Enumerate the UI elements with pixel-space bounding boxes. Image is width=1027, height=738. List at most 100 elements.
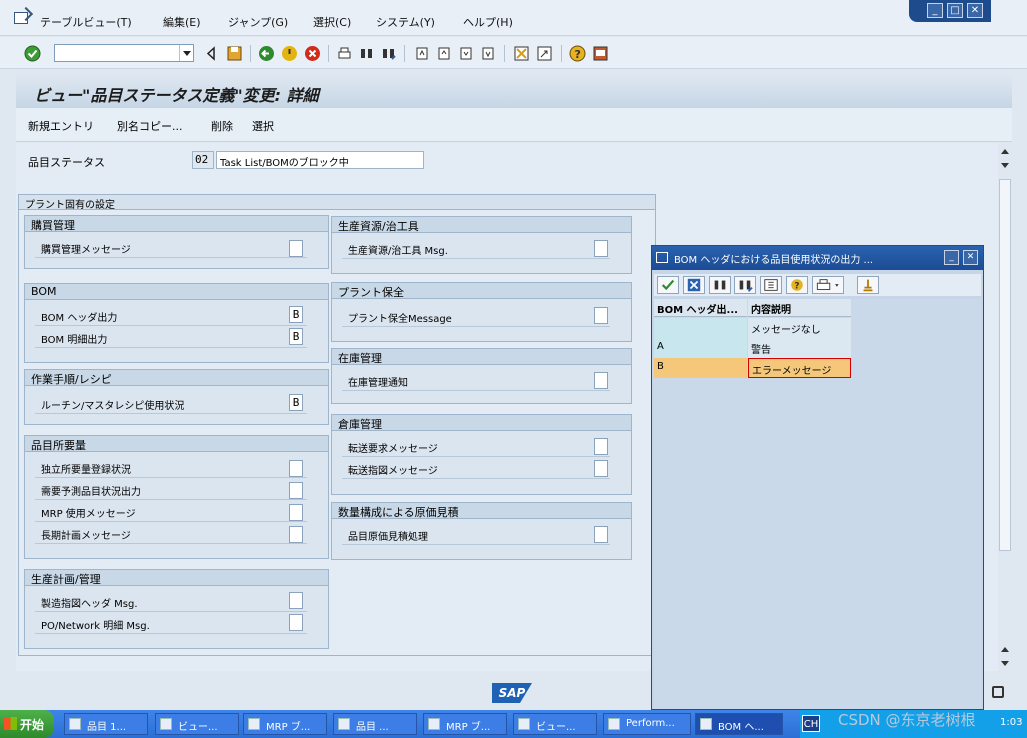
prev-page-icon[interactable] — [436, 45, 453, 62]
column-header-bom-header[interactable]: BOM ヘッダ出... — [654, 299, 747, 317]
scrollbar-thumb[interactable] — [999, 179, 1011, 551]
layout-icon[interactable] — [592, 45, 609, 62]
print-icon[interactable] — [336, 45, 353, 62]
help-icon[interactable]: ? — [786, 276, 808, 294]
scroll-up-icon[interactable] — [1001, 647, 1009, 652]
back-icon[interactable] — [258, 45, 275, 62]
start-button[interactable]: 开始 — [0, 710, 54, 738]
taskbar-item[interactable]: ビュー... — [155, 713, 239, 735]
scroll-up-icon[interactable] — [1001, 149, 1009, 154]
command-field[interactable] — [54, 44, 194, 62]
sort-icon[interactable] — [760, 276, 782, 294]
bom-item-output-field[interactable]: B — [289, 328, 303, 345]
minimize-button[interactable]: _ — [927, 3, 943, 18]
taskbar-item[interactable]: 品目 1... — [64, 713, 148, 735]
find-next-icon[interactable] — [734, 276, 756, 294]
language-indicator[interactable]: CH — [802, 715, 820, 732]
group-inventory: 在庫管理 在庫管理通知 — [331, 348, 632, 404]
command-dropdown-icon[interactable] — [179, 45, 193, 61]
menu-selection[interactable]: 選択(C) — [313, 14, 351, 30]
application-toolbar: 新規エントリ 別名コピー... 削除 選択 — [16, 108, 1012, 142]
settings-icon[interactable] — [857, 276, 879, 294]
column-header-description[interactable]: 内容説明 — [748, 299, 851, 317]
transfer-requirement-field[interactable] — [594, 438, 608, 455]
field-row: 生産資源/治工具 Msg. — [342, 239, 610, 259]
delete-button[interactable]: 削除 — [211, 118, 233, 134]
confirm-icon[interactable] — [657, 276, 679, 294]
menu-system[interactable]: システム(Y) — [376, 14, 435, 30]
costing-processing-field[interactable] — [594, 526, 608, 543]
transfer-order-field[interactable] — [594, 460, 608, 477]
production-order-header-field[interactable] — [289, 592, 303, 609]
collapse-icon[interactable] — [203, 45, 220, 62]
po-network-item-field[interactable] — [289, 614, 303, 631]
find-icon[interactable] — [709, 276, 731, 294]
table-row-key[interactable] — [654, 318, 747, 338]
prt-message-field[interactable] — [594, 240, 608, 257]
print-icon[interactable] — [812, 276, 844, 294]
dialog-minimize-button[interactable]: _ — [944, 250, 959, 265]
scroll-down-icon[interactable] — [1001, 163, 1009, 168]
menu-help[interactable]: ヘルプ(H) — [463, 14, 513, 30]
taskbar-item[interactable]: MRP ブ... — [423, 713, 507, 735]
last-page-icon[interactable] — [480, 45, 497, 62]
taskbar-item-label: ビュー... — [536, 722, 576, 733]
scroll-down-icon[interactable] — [1001, 661, 1009, 666]
menu-table-view[interactable]: テーブルビュー(T) — [40, 14, 132, 30]
forecast-status-field[interactable] — [289, 482, 303, 499]
group-title: 作業手順/レシピ — [25, 370, 328, 386]
field-label: プラント保全Message — [348, 314, 452, 325]
table-row-text-selected[interactable]: エラーメッセージ — [748, 358, 851, 378]
next-page-icon[interactable] — [458, 45, 475, 62]
new-entries-button[interactable]: 新規エントリ — [28, 118, 94, 134]
enter-icon[interactable] — [24, 45, 41, 62]
cancel-icon[interactable] — [304, 45, 321, 62]
table-row-text[interactable]: 警告 — [748, 338, 851, 358]
mrp-usage-field[interactable] — [289, 504, 303, 521]
help-icon[interactable]: ? — [569, 45, 586, 62]
table-row-key-selected[interactable]: B — [654, 358, 747, 378]
taskbar-item[interactable]: MRP ブ... — [243, 713, 327, 735]
first-page-icon[interactable] — [414, 45, 431, 62]
independent-requirements-field[interactable] — [289, 460, 303, 477]
table-row-text[interactable]: メッセージなし — [748, 318, 851, 338]
select-button[interactable]: 選択 — [252, 118, 274, 134]
clock[interactable]: 1:03 — [1000, 717, 1022, 728]
field-row: 長期計画メッセージ — [35, 524, 307, 544]
window-icon — [69, 718, 81, 730]
table-row-key[interactable]: A — [654, 338, 747, 358]
taskbar-item[interactable]: 品目 ... — [333, 713, 417, 735]
copy-as-button[interactable]: 別名コピー... — [117, 118, 183, 134]
taskbar-item-label: BOM ヘ... — [718, 722, 764, 733]
save-icon[interactable] — [226, 45, 243, 62]
plant-maintenance-message-field[interactable] — [594, 307, 608, 324]
cancel-icon[interactable] — [683, 276, 705, 294]
field-label: 需要予測品目状況出力 — [41, 487, 141, 498]
field-label: BOM 明細出力 — [41, 335, 108, 346]
app-menu-icon[interactable] — [14, 12, 28, 24]
taskbar-item[interactable]: Perform... — [603, 713, 691, 735]
menu-edit[interactable]: 編集(E) — [163, 14, 201, 30]
vertical-scrollbar[interactable] — [998, 143, 1012, 671]
shortcut-icon[interactable] — [536, 45, 553, 62]
field-label: 品目原価見積処理 — [348, 532, 428, 543]
material-status-text[interactable]: Task List/BOMのブロック中 — [216, 151, 424, 169]
dialog-close-button[interactable]: ✕ — [963, 250, 978, 265]
exit-icon[interactable] — [281, 45, 298, 62]
taskbar-item[interactable]: ビュー... — [513, 713, 597, 735]
routing-usage-field[interactable]: B — [289, 394, 303, 411]
find-icon[interactable] — [358, 45, 375, 62]
purchasing-message-field[interactable] — [289, 240, 303, 257]
close-button[interactable]: ✕ — [967, 3, 983, 18]
menu-jump[interactable]: ジャンプ(G) — [228, 14, 288, 30]
long-term-planning-field[interactable] — [289, 526, 303, 543]
taskbar-item-label: Perform... — [626, 718, 675, 729]
find-next-icon[interactable] — [380, 45, 397, 62]
group-plant-maintenance: プラント保全 プラント保全Message — [331, 282, 632, 342]
bom-header-output-field[interactable]: B — [289, 306, 303, 323]
window-icon — [160, 718, 172, 730]
create-session-icon[interactable] — [513, 45, 530, 62]
taskbar-item-active[interactable]: BOM ヘ... — [695, 713, 783, 735]
maximize-button[interactable]: □ — [947, 3, 963, 18]
inventory-notice-field[interactable] — [594, 372, 608, 389]
